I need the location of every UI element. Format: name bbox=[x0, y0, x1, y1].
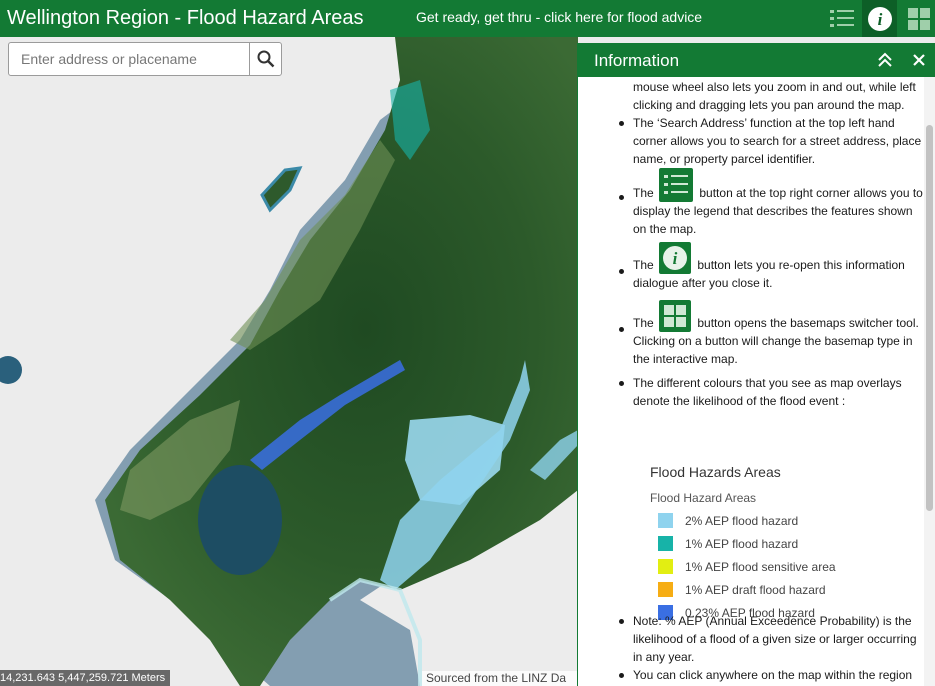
legend-swatch bbox=[658, 582, 673, 597]
svg-text:i: i bbox=[673, 249, 678, 268]
info-paragraph: The button at the top right corner allow… bbox=[633, 168, 923, 238]
info-icon: i bbox=[867, 6, 892, 31]
flood-advice-link[interactable]: Get ready, get thru - click here for flo… bbox=[416, 8, 702, 26]
info-paragraph: The different colours that you see as ma… bbox=[633, 376, 902, 408]
info-paragraph: You can click anywhere on the map within… bbox=[633, 668, 913, 682]
search-input[interactable] bbox=[9, 43, 249, 75]
legend-swatch bbox=[658, 536, 673, 551]
coordinate-readout: 14,231.643 5,447,259.721 Meters bbox=[0, 670, 171, 686]
search-box bbox=[8, 42, 282, 76]
basemap-button-illustration bbox=[659, 300, 692, 332]
info-paragraph: mouse wheel also lets you zoom in and ou… bbox=[633, 80, 916, 112]
info-text: The bbox=[633, 186, 654, 200]
search-icon bbox=[257, 50, 274, 68]
info-paragraph: The ‘Search Address’ function at the top… bbox=[633, 116, 922, 166]
info-text: The bbox=[633, 258, 654, 272]
map-attribution[interactable]: Sourced from the LINZ Da bbox=[422, 671, 578, 686]
collapse-icon[interactable] bbox=[875, 50, 895, 70]
grid-icon bbox=[907, 7, 930, 30]
info-icon: i bbox=[663, 246, 688, 270]
legend-label: 1% AEP flood hazard bbox=[685, 537, 799, 551]
panel-title: Information bbox=[594, 51, 680, 70]
legend-swatch bbox=[658, 559, 673, 574]
legend-button[interactable] bbox=[824, 0, 859, 37]
bullet bbox=[619, 381, 624, 386]
search-button[interactable] bbox=[249, 43, 281, 75]
panel-content: mouse wheel also lets you zoom in and ou… bbox=[578, 77, 924, 686]
legend-subtitle: Flood Hazard Areas bbox=[650, 491, 757, 505]
legend-label: 1% AEP draft flood hazard bbox=[685, 583, 826, 597]
info-paragraph: The button opens the basemaps switcher t… bbox=[633, 300, 923, 368]
grid-icon bbox=[664, 305, 687, 327]
bullet bbox=[619, 195, 624, 200]
legend-button-illustration bbox=[659, 168, 694, 202]
app-title: Wellington Region - Flood Hazard Areas bbox=[7, 7, 364, 29]
info-paragraph: Note: % AEP (Annual Exceedence Probabili… bbox=[633, 614, 917, 664]
info-paragraph: The i button lets you re-open this infor… bbox=[633, 242, 923, 292]
panel-header: Information bbox=[578, 43, 935, 77]
panel-scrollbar[interactable] bbox=[924, 77, 935, 686]
legend-label: 1% AEP flood sensitive area bbox=[685, 560, 836, 574]
legend-title: Flood Hazards Areas bbox=[650, 464, 781, 480]
legend-swatch bbox=[658, 513, 673, 528]
close-icon[interactable] bbox=[909, 50, 929, 70]
info-button-illustration: i bbox=[659, 242, 692, 274]
list-icon bbox=[829, 9, 854, 27]
bullet bbox=[619, 327, 624, 332]
svg-text:i: i bbox=[877, 10, 882, 29]
basemap-button[interactable] bbox=[902, 0, 935, 37]
legend-label: 2% AEP flood hazard bbox=[685, 514, 799, 528]
scrollbar-thumb[interactable] bbox=[926, 125, 933, 511]
information-panel: Information mouse wheel also lets you zo… bbox=[577, 43, 935, 686]
bullet bbox=[619, 121, 624, 126]
bullet bbox=[619, 619, 624, 624]
app-header: Wellington Region - Flood Hazard Areas G… bbox=[0, 0, 935, 37]
bullet bbox=[619, 673, 624, 678]
bullet bbox=[619, 269, 624, 274]
info-text: The bbox=[633, 316, 654, 330]
list-icon bbox=[664, 175, 689, 194]
info-button[interactable]: i bbox=[862, 0, 897, 37]
